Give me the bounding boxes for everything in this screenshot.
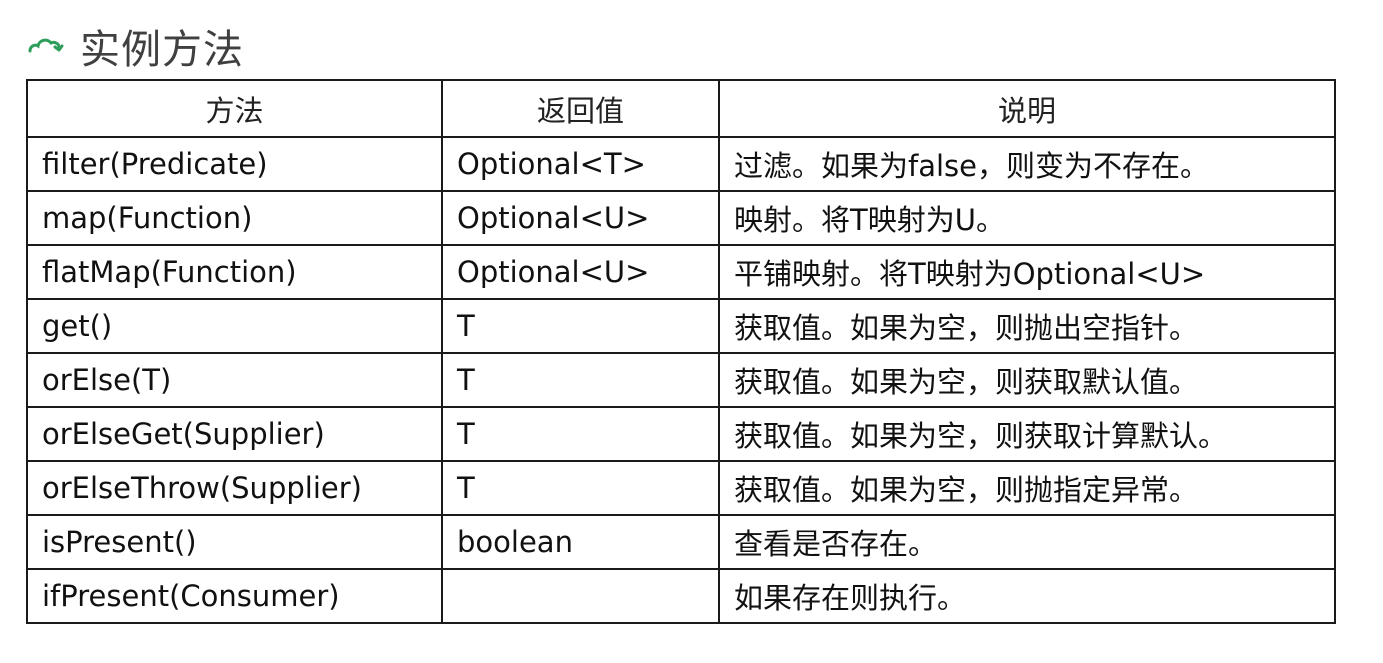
method-cell: ifPresent(Consumer) <box>26 568 443 624</box>
column-header-returns: 返回值 <box>441 79 720 138</box>
method-cell: orElseThrow(Supplier) <box>26 460 443 516</box>
table-row: map(Function) Optional<U> 映射。将T映射为U。 <box>26 190 1336 246</box>
table-row: flatMap(Function) Optional<U> 平铺映射。将T映射为… <box>26 244 1336 300</box>
method-cell: map(Function) <box>26 190 443 246</box>
description-cell: 获取值。如果为空，则抛指定异常。 <box>718 460 1336 516</box>
returns-cell: Optional<U> <box>441 190 720 246</box>
method-cell: isPresent() <box>26 514 443 570</box>
table-row: ifPresent(Consumer) 如果存在则执行。 <box>26 568 1336 624</box>
returns-cell <box>441 568 720 624</box>
returns-cell: boolean <box>441 514 720 570</box>
table-row: filter(Predicate) Optional<T> 过滤。如果为fals… <box>26 136 1336 192</box>
description-cell: 获取值。如果为空，则抛出空指针。 <box>718 298 1336 354</box>
method-cell: orElseGet(Supplier) <box>26 406 443 462</box>
returns-cell: Optional<T> <box>441 136 720 192</box>
column-header-method: 方法 <box>26 79 443 138</box>
column-header-description: 说明 <box>718 79 1336 138</box>
method-cell: get() <box>26 298 443 354</box>
method-cell: flatMap(Function) <box>26 244 443 300</box>
description-cell: 平铺映射。将T映射为Optional<U> <box>718 244 1336 300</box>
description-cell: 查看是否存在。 <box>718 514 1336 570</box>
section-heading: 实例方法 <box>26 18 244 74</box>
cloud-outline-icon <box>26 31 66 61</box>
returns-cell: T <box>441 298 720 354</box>
method-cell: orElse(T) <box>26 352 443 408</box>
table-row: get() T 获取值。如果为空，则抛出空指针。 <box>26 298 1336 354</box>
returns-cell: T <box>441 406 720 462</box>
description-cell: 如果存在则执行。 <box>718 568 1336 624</box>
page-title: 实例方法 <box>80 27 244 73</box>
table-row: orElseGet(Supplier) T 获取值。如果为空，则获取计算默认。 <box>26 406 1336 462</box>
method-cell: filter(Predicate) <box>26 136 443 192</box>
description-cell: 过滤。如果为false，则变为不存在。 <box>718 136 1336 192</box>
returns-cell: Optional<U> <box>441 244 720 300</box>
returns-cell: T <box>441 352 720 408</box>
table-row: orElse(T) T 获取值。如果为空，则获取默认值。 <box>26 352 1336 408</box>
description-cell: 获取值。如果为空，则获取默认值。 <box>718 352 1336 408</box>
returns-cell: T <box>441 460 720 516</box>
table-row: isPresent() boolean 查看是否存在。 <box>26 514 1336 570</box>
description-cell: 映射。将T映射为U。 <box>718 190 1336 246</box>
table-header-row: 方法 返回值 说明 <box>26 79 1336 138</box>
description-cell: 获取值。如果为空，则获取计算默认。 <box>718 406 1336 462</box>
table-row: orElseThrow(Supplier) T 获取值。如果为空，则抛指定异常。 <box>26 460 1336 516</box>
methods-table: 方法 返回值 说明 filter(Predicate) Optional<T> … <box>26 79 1336 624</box>
